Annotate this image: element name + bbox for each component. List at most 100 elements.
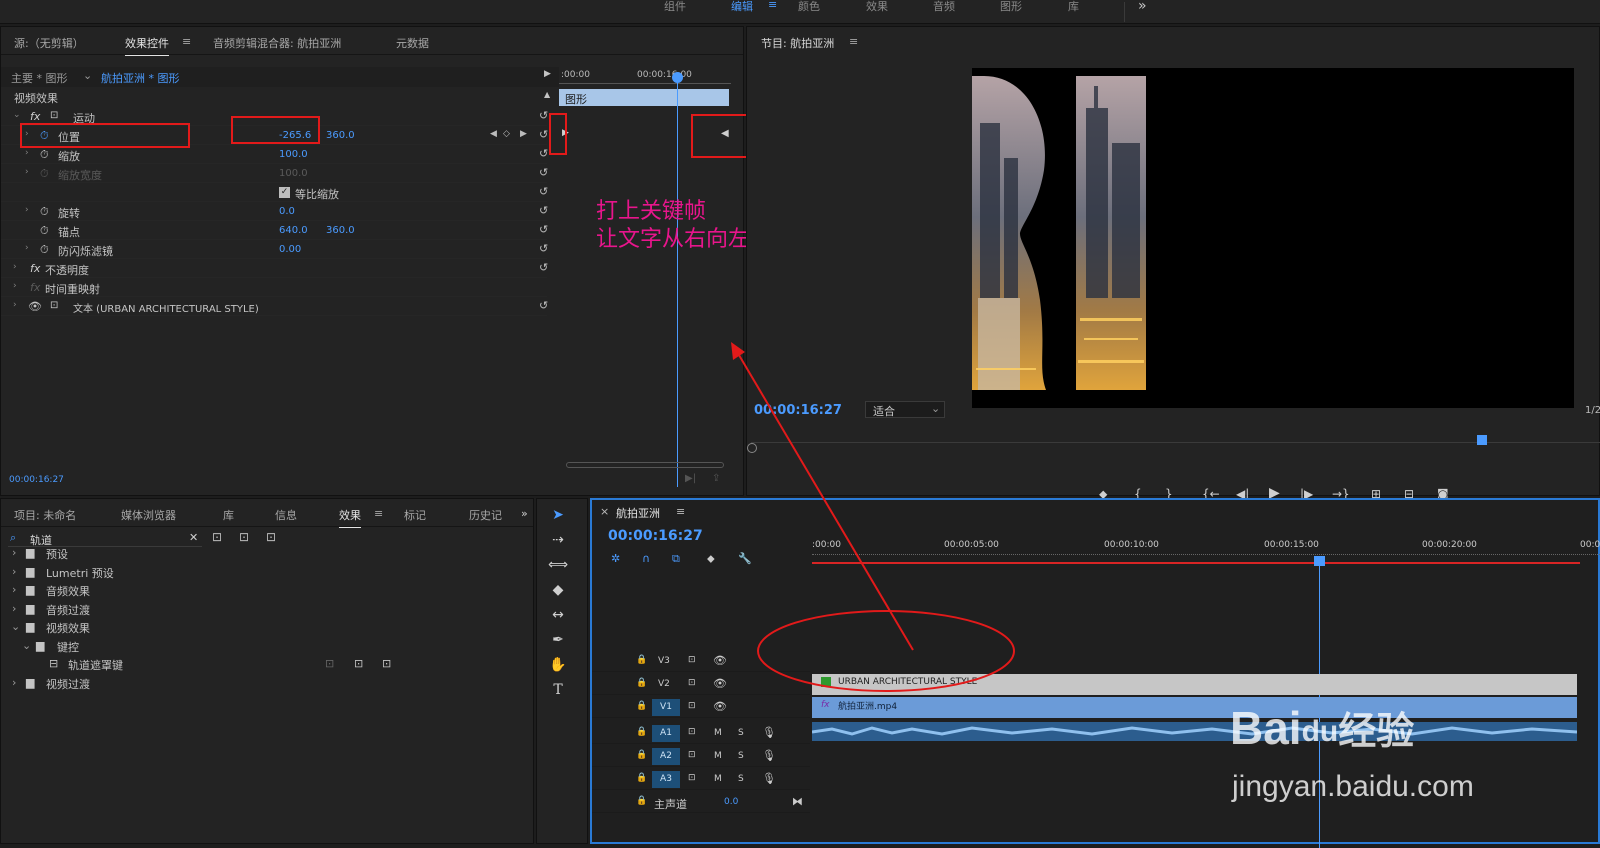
tree-item-track-matte-key[interactable]: ⊟ 轨道遮罩键 ⊡ ⊡ ⊡ <box>1 654 521 672</box>
tree-item-audio-effects[interactable]: › ▆ 音频效果 <box>1 580 521 598</box>
tab-history[interactable]: 历史记 <box>469 507 502 523</box>
reset-icon[interactable]: ↺ <box>539 147 548 160</box>
track-select-tool-icon[interactable]: ⇢ <box>548 532 568 548</box>
accelerated-effects-icon[interactable]: ⊡ <box>212 530 222 544</box>
collapse-chevron-icon[interactable]: ⌄ <box>22 639 31 652</box>
expand-chevron-icon[interactable]: › <box>12 583 16 596</box>
zoom-handle[interactable] <box>747 443 757 453</box>
antiflicker-value[interactable]: 0.00 <box>279 244 301 255</box>
filter-icon[interactable]: ▶| <box>685 473 696 484</box>
add-keyframe-icon[interactable]: ◇ <box>503 129 510 139</box>
eye-icon[interactable]: 👁 <box>28 300 42 313</box>
expand-chevron-icon[interactable]: › <box>12 676 16 689</box>
stopwatch-icon[interactable]: ⏱ <box>40 243 49 257</box>
reset-icon[interactable]: ↺ <box>539 109 548 122</box>
workspace-tab-color[interactable]: 颜色 <box>798 0 820 14</box>
tabs-overflow-icon[interactable]: » <box>521 507 528 520</box>
pen-tool-icon[interactable]: ✒ <box>548 632 568 648</box>
chevron-down-icon[interactable]: ⌄ <box>83 69 92 82</box>
slip-tool-icon[interactable]: ↔ <box>548 607 568 623</box>
stopwatch-icon[interactable]: ⏱ <box>40 224 49 238</box>
monitor-playhead[interactable] <box>1477 435 1487 445</box>
reset-icon[interactable]: ↺ <box>539 204 548 217</box>
tree-item-audio-transitions[interactable]: › ▆ 音频过渡 <box>1 599 521 617</box>
tab-project[interactable]: 项目: 未命名 <box>14 507 76 523</box>
program-timecode[interactable]: 00:00:16:27 <box>754 403 842 418</box>
32bit-effects-icon[interactable]: ⊡ <box>239 530 249 544</box>
tab-library[interactable]: 库 <box>223 507 234 523</box>
workspace-tab-library[interactable]: 库 <box>1068 0 1079 14</box>
mini-timeline-ruler[interactable]: :00:00 00:00:16:00 <box>559 67 731 87</box>
selection-tool-icon[interactable]: ➤ <box>548 507 568 523</box>
reset-icon[interactable]: ↺ <box>539 185 548 198</box>
tab-audio-mixer[interactable]: 音频剪辑混合器: 航拍亚洲 <box>213 35 341 51</box>
panel-menu-icon[interactable]: ≡ <box>849 35 858 48</box>
playhead-handle[interactable] <box>672 72 683 83</box>
workspace-tab-assembly[interactable]: 组件 <box>664 0 686 14</box>
mini-timeline-scrollbar[interactable] <box>566 462 724 468</box>
tree-item-presets[interactable]: › ▆ 预设 <box>1 543 521 561</box>
sequence-clip-label[interactable]: 航拍亚洲 * 图形 <box>101 70 180 86</box>
tab-info[interactable]: 信息 <box>275 507 297 523</box>
expand-chevron-icon[interactable]: › <box>25 243 29 253</box>
stopwatch-icon[interactable]: ⏱ <box>40 148 49 162</box>
stopwatch-icon[interactable]: ⏱ <box>40 205 49 219</box>
panel-menu-icon[interactable]: ≡ <box>374 507 383 520</box>
tab-source[interactable]: 源:（无剪辑） <box>14 35 84 51</box>
scroll-up-icon[interactable]: ▲ <box>544 90 550 99</box>
expand-chevron-icon[interactable]: › <box>13 300 17 310</box>
fx-icon[interactable]: fx <box>30 262 40 275</box>
monitor-zoom-bar[interactable] <box>747 443 1599 453</box>
play-triangle-icon[interactable]: ▶ <box>544 69 551 79</box>
transform-icon[interactable]: ⊡ <box>50 110 58 121</box>
program-monitor-title[interactable]: 节目: 航拍亚洲 <box>761 35 834 51</box>
panel-menu-icon[interactable]: ≡ <box>182 35 191 48</box>
expand-chevron-icon[interactable]: › <box>13 262 17 272</box>
tab-effect-controls[interactable]: 效果控件 <box>125 35 169 56</box>
reset-icon[interactable]: ↺ <box>539 128 548 141</box>
expand-chevron-icon[interactable]: › <box>13 281 17 291</box>
expand-chevron-icon[interactable]: › <box>12 565 16 578</box>
tab-markers[interactable]: 标记 <box>404 507 426 523</box>
reset-icon[interactable]: ↺ <box>539 242 548 255</box>
workspace-tab-audio[interactable]: 音频 <box>933 0 955 14</box>
rotation-value[interactable]: 0.0 <box>279 206 295 217</box>
workspace-menu-icon[interactable]: ≡ <box>768 0 777 11</box>
fx-icon[interactable]: fx <box>30 110 40 123</box>
collapse-chevron-icon[interactable]: ⌄ <box>13 110 21 120</box>
tree-item-video-effects[interactable]: ⌄ ▆ 视频效果 <box>1 617 521 635</box>
reset-icon[interactable]: ↺ <box>539 166 548 179</box>
monitor-time-ruler[interactable] <box>751 427 1600 443</box>
graphic-clip-bar[interactable]: 图形 <box>559 89 729 106</box>
export-icon[interactable]: ⇪ <box>712 473 720 484</box>
hand-tool-icon[interactable]: ✋ <box>548 657 568 673</box>
tree-item-keying[interactable]: ⌄ ▆ 键控 <box>1 636 521 654</box>
transform-icon[interactable]: ⊡ <box>50 300 58 311</box>
effect-timecode[interactable]: 00:00:16:27 <box>9 475 64 485</box>
scale-value[interactable]: 100.0 <box>279 149 308 160</box>
prev-keyframe-icon[interactable]: ◀ <box>490 129 497 139</box>
type-tool-icon[interactable]: T <box>548 682 568 698</box>
expand-chevron-icon[interactable]: › <box>12 546 16 559</box>
position-y-value[interactable]: 360.0 <box>326 130 355 141</box>
uniform-scale-checkbox[interactable]: ✓ <box>279 187 290 198</box>
expand-chevron-icon[interactable]: › <box>25 148 29 158</box>
workspace-tab-effects[interactable]: 效果 <box>866 0 888 14</box>
tab-media-browser[interactable]: 媒体浏览器 <box>121 507 176 523</box>
razor-tool-icon[interactable]: ◆ <box>548 582 568 598</box>
ripple-edit-tool-icon[interactable]: ⟺ <box>548 557 568 573</box>
reset-icon[interactable]: ↺ <box>539 261 548 274</box>
video-frame[interactable] <box>972 68 1574 408</box>
workspace-overflow-icon[interactable]: » <box>1138 0 1147 14</box>
anchor-y-value[interactable]: 360.0 <box>326 225 355 236</box>
reset-icon[interactable]: ↺ <box>539 299 548 312</box>
expand-chevron-icon[interactable]: › <box>12 602 16 615</box>
yuv-effects-icon[interactable]: ⊡ <box>266 530 276 544</box>
anchor-x-value[interactable]: 640.0 <box>279 225 308 236</box>
tab-effects[interactable]: 效果 <box>339 507 361 528</box>
tab-metadata[interactable]: 元数据 <box>396 35 429 51</box>
expand-chevron-icon[interactable]: › <box>25 205 29 215</box>
reset-icon[interactable]: ↺ <box>539 223 548 236</box>
tree-item-video-transitions[interactable]: › ▆ 视频过渡 <box>1 673 521 691</box>
tree-item-lumetri-presets[interactable]: › ▆ Lumetri 预设 <box>1 562 521 580</box>
